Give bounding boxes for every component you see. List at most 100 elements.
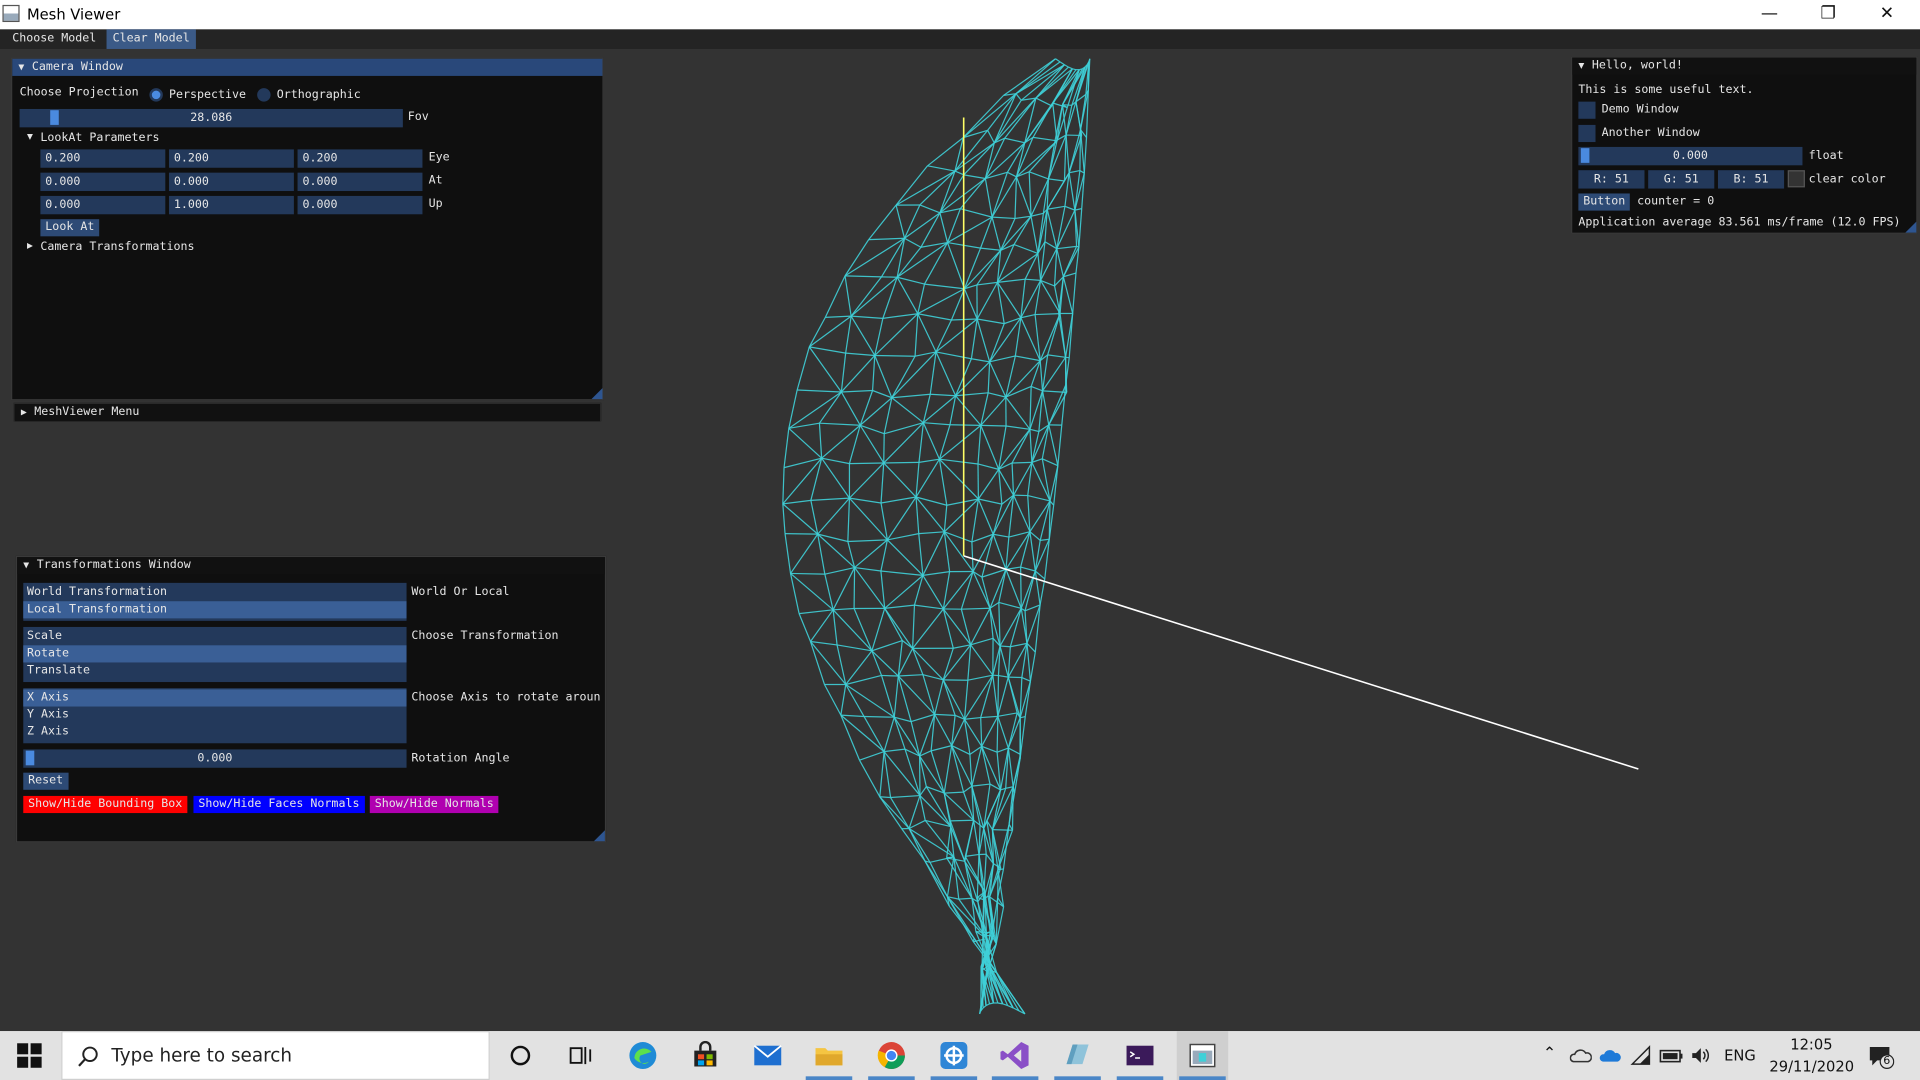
collapse-arrow-icon[interactable]: ▼ (18, 59, 24, 76)
camera-window-titlebar[interactable]: ▼ Camera Window (12, 58, 603, 76)
orthographic-radio[interactable] (257, 88, 271, 102)
mesh-edge (997, 675, 1000, 717)
mesh-edge (808, 346, 842, 393)
transformations-window-titlebar[interactable]: ▼ Transformations Window (17, 557, 605, 575)
mesh-edge (1029, 428, 1040, 433)
world-transformation-option[interactable]: World Transformation (23, 584, 406, 601)
float-slider[interactable]: 0.000 (1578, 146, 1803, 166)
wifi-icon[interactable] (1630, 1044, 1652, 1066)
mesh-edge (1056, 209, 1076, 249)
at-x-input[interactable]: 0.000 (40, 172, 166, 192)
eye-x-input[interactable]: 0.200 (40, 149, 166, 168)
meshviewer-menu-titlebar[interactable]: ▶ MeshViewer Menu (14, 404, 601, 422)
another-window-checkbox[interactable] (1578, 124, 1596, 143)
look-at-button[interactable]: Look At (40, 219, 100, 237)
counter-button[interactable]: Button (1578, 193, 1631, 211)
volume-icon[interactable] (1690, 1044, 1712, 1066)
cortana-icon[interactable] (506, 1041, 535, 1070)
resize-grip-icon[interactable] (593, 830, 605, 842)
battery-icon[interactable] (1659, 1044, 1683, 1066)
rotation-angle-slider[interactable]: 0.000 (23, 749, 407, 768)
color-r-input[interactable]: R: 51 (1578, 170, 1645, 189)
translate-option[interactable]: Translate (23, 662, 406, 679)
language-indicator[interactable]: ENG (1724, 1047, 1756, 1064)
menu-clear-model[interactable]: Clear Model (106, 29, 196, 49)
camera-transformations-arrow-icon[interactable]: ▶ (27, 240, 33, 251)
eye-y-input[interactable]: 0.200 (168, 149, 294, 168)
demo-window-checkbox[interactable] (1578, 101, 1596, 119)
hello-window-titlebar[interactable]: ▼ Hello, world! (1572, 57, 1917, 75)
reset-button[interactable]: Reset (23, 772, 69, 790)
y-axis-option[interactable]: Y Axis (23, 707, 406, 724)
mesh-viewer-icon[interactable] (1188, 1041, 1217, 1070)
color-g-input[interactable]: G: 51 (1648, 170, 1715, 189)
fov-slider-handle[interactable] (50, 110, 59, 125)
bounding-box-button[interactable]: Show/Hide Bounding Box (23, 795, 188, 814)
camera-transformations-header[interactable]: Camera Transformations (40, 240, 194, 253)
mesh-edge (935, 318, 978, 353)
clock-date[interactable]: 29/11/2020 (1769, 1058, 1854, 1075)
normals-button[interactable]: Show/Hide Normals (369, 795, 499, 814)
float-slider-handle[interactable] (1580, 148, 1590, 163)
up-x-input[interactable]: 0.000 (40, 195, 166, 215)
clear-color-swatch[interactable] (1787, 170, 1805, 188)
mesh-edge (943, 498, 979, 533)
resize-grip-icon[interactable] (1905, 221, 1917, 233)
lookat-header[interactable]: LookAt Parameters (40, 131, 159, 144)
at-z-input[interactable]: 0.000 (297, 172, 423, 192)
local-transformation-option[interactable]: Local Transformation (23, 601, 407, 619)
color-b-input[interactable]: B: 51 (1717, 170, 1785, 189)
onedrive-personal-icon[interactable] (1569, 1044, 1592, 1066)
collapse-arrow-icon[interactable]: ▼ (23, 557, 29, 574)
collapse-arrow-icon[interactable]: ▼ (1578, 58, 1584, 75)
mesh-edge (967, 644, 972, 681)
resize-grip-icon[interactable] (591, 388, 603, 400)
file-explorer-icon[interactable] (814, 1041, 843, 1070)
fov-slider[interactable]: 28.086 (19, 108, 403, 128)
mesh-edge (887, 533, 919, 541)
app-icon[interactable] (939, 1041, 968, 1070)
rotation-label: Rotation Angle (411, 751, 510, 766)
rotate-option[interactable]: Rotate (23, 645, 407, 663)
visual-studio-icon[interactable] (1000, 1041, 1029, 1070)
onedrive-icon[interactable] (1599, 1044, 1621, 1066)
clock-time[interactable]: 12:05 (1790, 1036, 1832, 1053)
show-hidden-icons-icon[interactable]: ⌃ (1543, 1044, 1556, 1062)
expand-arrow-icon[interactable]: ▶ (21, 404, 27, 421)
app2-icon[interactable] (1063, 1041, 1092, 1070)
z-axis-option[interactable]: Z Axis (23, 724, 406, 741)
face-normals-button[interactable]: Show/Hide Faces Normals (193, 795, 365, 814)
mesh-edge (930, 393, 956, 397)
restore-button[interactable]: ❐ (1800, 0, 1856, 29)
x-axis-option[interactable]: X Axis (23, 689, 407, 707)
task-view-icon[interactable] (566, 1041, 595, 1070)
minimize-button[interactable]: — (1741, 0, 1797, 29)
meshviewer-menu-window[interactable]: ▶ MeshViewer Menu (13, 402, 602, 422)
close-button[interactable]: ✕ (1859, 0, 1915, 29)
mail-icon[interactable] (753, 1041, 782, 1070)
mesh-edge (808, 317, 826, 348)
terminal-icon[interactable] (1125, 1041, 1154, 1070)
windows-start-icon[interactable] (16, 1042, 43, 1069)
up-z-input[interactable]: 0.000 (297, 195, 423, 215)
mesh-edge (996, 747, 1009, 753)
world-local-listbox[interactable]: World Transformation Local Transformatio… (23, 582, 407, 621)
axis-listbox[interactable]: X Axis Y Axis Z Axis (23, 688, 407, 744)
lookat-arrow-icon[interactable]: ▼ (27, 131, 33, 142)
scale-option[interactable]: Scale (23, 628, 406, 645)
perspective-radio[interactable] (149, 88, 163, 102)
store-icon[interactable] (691, 1040, 720, 1070)
chrome-icon[interactable] (877, 1041, 906, 1070)
mesh-edge (1027, 462, 1033, 496)
menu-choose-model[interactable]: Choose Model (6, 29, 102, 49)
taskbar-search-box[interactable]: Type here to search (61, 1031, 490, 1080)
mesh-edge (1053, 465, 1059, 506)
transformation-listbox[interactable]: Scale Rotate Translate (23, 626, 407, 683)
eye-z-input[interactable]: 0.200 (297, 149, 423, 168)
mesh-edge (879, 796, 891, 799)
up-y-input[interactable]: 1.000 (168, 195, 294, 215)
at-y-input[interactable]: 0.000 (168, 172, 294, 192)
edge-icon[interactable] (628, 1041, 657, 1070)
mesh-edge (981, 746, 991, 785)
rotation-slider-handle[interactable] (25, 750, 35, 766)
